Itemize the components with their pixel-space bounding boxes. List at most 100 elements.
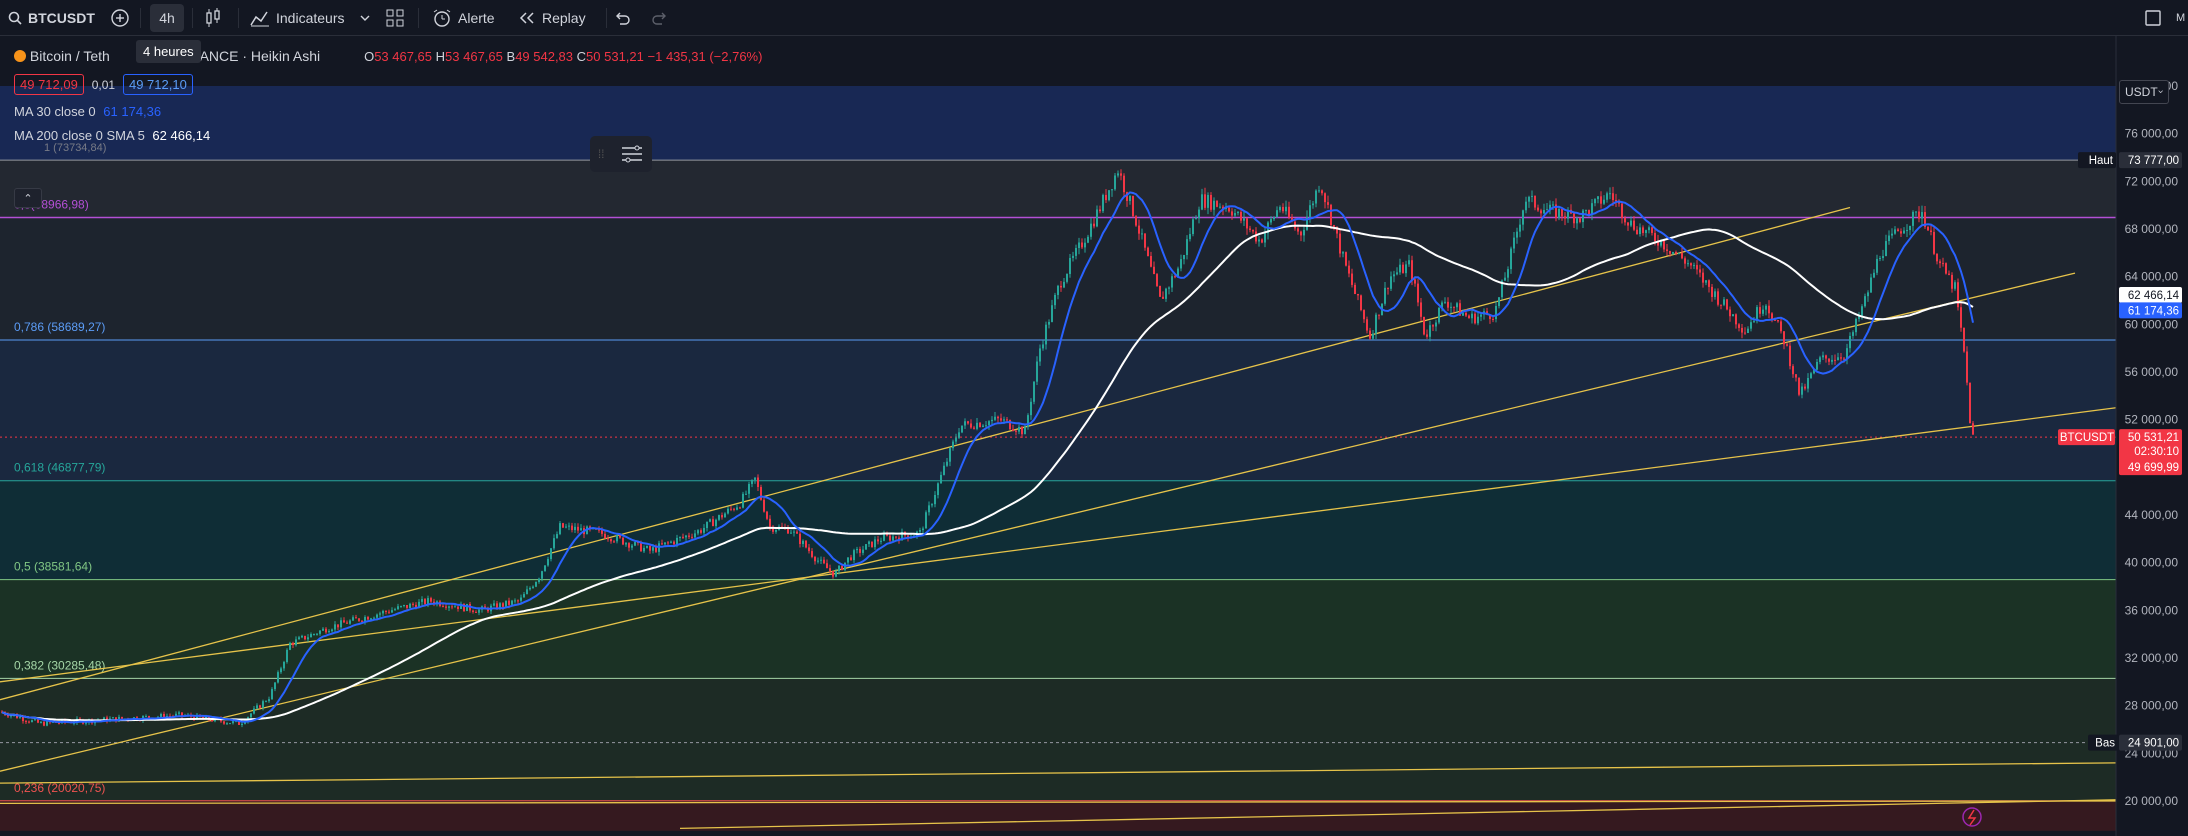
chart-area[interactable]: 0,8(68966,98) 0,786 (58689,27) 0,618 (4687… xyxy=(0,36,2188,836)
candle-body xyxy=(1276,210,1278,218)
price-tick-label: 72 000,00 xyxy=(2125,174,2179,188)
candle-body xyxy=(1099,209,1101,212)
candle-body xyxy=(796,531,798,534)
candle-body xyxy=(1969,382,1971,424)
candle-body xyxy=(1717,291,1719,305)
undo-button[interactable] xyxy=(614,0,630,36)
price-chart[interactable]: 0,8(68966,98)0,786 (58689,27)0,618 (4687… xyxy=(0,36,2188,836)
chevron-down-icon xyxy=(2158,90,2163,94)
layouts-button[interactable] xyxy=(386,0,404,36)
timeframe-label: 4h xyxy=(159,10,175,26)
candle-body xyxy=(1957,282,1959,308)
candle-body xyxy=(1879,258,1881,260)
candle-body xyxy=(688,535,690,537)
candle-body xyxy=(1048,321,1050,325)
candle-body xyxy=(1063,281,1065,288)
candle-body xyxy=(547,559,549,566)
chart-type-button[interactable] xyxy=(204,0,222,36)
alert-button[interactable]: Alerte xyxy=(432,0,495,36)
candle-body xyxy=(937,483,939,495)
fullscreen-button[interactable] xyxy=(2144,0,2162,36)
candle-body xyxy=(427,598,429,605)
ma30-value-tag: 61 174,36 xyxy=(2128,305,2179,317)
redo-button[interactable] xyxy=(652,0,668,36)
candle-body xyxy=(982,425,984,428)
sell-button[interactable]: 49 712,09 xyxy=(14,74,84,95)
ma200-legend[interactable]: MA 200 close 0 SMA 5 62 466,14 xyxy=(14,128,210,143)
fib-zone xyxy=(0,800,2116,831)
candle-body xyxy=(457,606,459,609)
candle-body xyxy=(811,551,813,557)
candle-body xyxy=(1000,418,1002,421)
symbol-search[interactable]: BTCUSDT xyxy=(8,0,95,36)
candle-body xyxy=(703,528,705,533)
candle-body xyxy=(1081,242,1083,248)
candle-body xyxy=(634,542,636,546)
search-icon xyxy=(8,11,22,25)
candle-body xyxy=(946,461,948,466)
candle-body xyxy=(799,533,801,544)
candle-body xyxy=(652,547,654,551)
candle-body xyxy=(1759,307,1761,314)
candle-body xyxy=(829,568,831,571)
candle-body xyxy=(541,571,543,579)
candle-body xyxy=(823,559,825,564)
candle-body xyxy=(421,599,423,602)
candle-body xyxy=(1678,253,1680,255)
candle-body xyxy=(766,511,768,519)
candle-body xyxy=(1780,321,1782,332)
candle-body xyxy=(1507,269,1509,278)
candle-body xyxy=(1264,233,1266,243)
replay-button[interactable]: Replay xyxy=(518,0,586,36)
candle-body xyxy=(1279,207,1281,211)
drawing-toolbar[interactable]: ⁞⁞ xyxy=(590,136,652,172)
candle-body xyxy=(412,603,414,605)
candle-body xyxy=(1012,429,1014,431)
candle-body xyxy=(394,609,396,611)
candle-body xyxy=(706,521,708,529)
candle-body xyxy=(931,504,933,506)
candle-body xyxy=(691,536,693,538)
candle-body xyxy=(940,474,942,484)
indicators-icon xyxy=(250,11,269,27)
candle-body xyxy=(1576,218,1578,224)
candle-body xyxy=(1960,307,1962,328)
drag-handle-icon[interactable]: ⁞⁞ xyxy=(598,147,605,161)
candle-body xyxy=(1432,325,1434,327)
candle-body xyxy=(559,523,561,535)
indicators-button[interactable]: Indicateurs xyxy=(250,0,344,36)
candle-body xyxy=(1030,401,1032,416)
buy-button[interactable]: 49 712,10 xyxy=(122,74,193,95)
candle-body xyxy=(1246,218,1248,229)
currency-select[interactable]: USDT xyxy=(2119,80,2169,104)
high-value: 53 467,65 xyxy=(445,49,503,64)
candle-body xyxy=(295,639,297,646)
candle-body xyxy=(1045,324,1047,345)
candle-body xyxy=(919,530,921,532)
candle-body xyxy=(979,422,981,428)
candle-body xyxy=(667,542,669,544)
candle-body xyxy=(1738,324,1740,328)
candle-body xyxy=(292,642,294,646)
candle-body xyxy=(229,723,231,725)
timeframe-button[interactable]: 4h xyxy=(150,4,184,32)
candle-body xyxy=(1579,218,1581,223)
candle-body xyxy=(802,540,804,544)
ma30-legend[interactable]: MA 30 close 0 61 174,36 xyxy=(14,104,161,119)
candle-body xyxy=(724,513,726,518)
settings-lines-icon[interactable] xyxy=(620,144,644,164)
candle-body xyxy=(1840,357,1842,359)
candle-body xyxy=(877,539,879,542)
candle-body xyxy=(1762,309,1764,314)
candle-body xyxy=(1129,196,1131,201)
candle-body xyxy=(1594,199,1596,204)
candle-body xyxy=(280,668,282,673)
chevron-up-icon: ⌃ xyxy=(23,192,33,205)
account-menu[interactable]: M xyxy=(2176,0,2185,36)
candle-body xyxy=(1831,359,1833,362)
indicators-dropdown[interactable] xyxy=(360,0,370,36)
collapse-legend-button[interactable]: ⌃ xyxy=(14,188,42,208)
fib-clipped-label: 1 (73734,84) xyxy=(44,142,107,154)
compare-button[interactable] xyxy=(110,0,130,36)
candle-body xyxy=(511,600,513,605)
